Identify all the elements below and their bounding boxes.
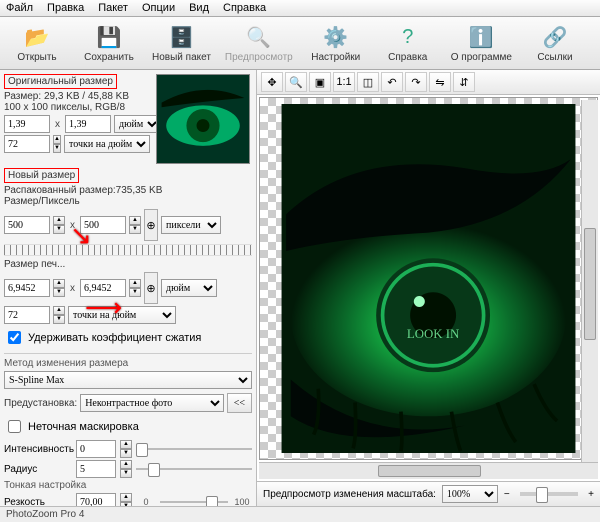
- orig-dpi-input[interactable]: [4, 135, 50, 153]
- flip-v-icon[interactable]: ⇵: [453, 72, 475, 92]
- new-dpi-unit-select[interactable]: точки на дюйм: [68, 306, 176, 324]
- status-bar: PhotoZoom Pro 4: [0, 506, 600, 522]
- intensity-stepper[interactable]: ▲▼: [120, 440, 132, 458]
- keep-ratio-checkbox[interactable]: Удерживать коэффициент сжатия: [4, 328, 252, 347]
- zoom-tool-icon[interactable]: 🔍: [285, 72, 307, 92]
- menu-options[interactable]: Опции: [142, 2, 175, 14]
- preset-select[interactable]: Неконтрастное фото: [80, 394, 224, 412]
- menubar: Файл Правка Пакет Опции Вид Справка: [0, 0, 600, 17]
- intensity-slider[interactable]: [136, 441, 252, 457]
- zoom-label: Предпросмотр изменения масштаба:: [263, 489, 436, 500]
- vertical-scrollbar[interactable]: [581, 100, 598, 466]
- radius-slider[interactable]: [136, 461, 252, 477]
- svg-text:LOOK IN: LOOK IN: [407, 327, 459, 341]
- link-dimensions-icon[interactable]: ⊕: [144, 209, 158, 241]
- new-height-px-stepper[interactable]: ▲▼: [129, 216, 141, 234]
- fine-tune-header: Тонкая настройка: [4, 480, 252, 491]
- settings-button[interactable]: ⚙️Настройки: [303, 20, 369, 66]
- radius-label: Радиус: [4, 464, 72, 475]
- zoom-in-icon[interactable]: +: [588, 489, 594, 500]
- left-panel: Оригинальный размер Размер: 29,3 KB / 45…: [0, 70, 257, 506]
- sharpness-slider[interactable]: [160, 494, 228, 506]
- menu-file[interactable]: Файл: [6, 2, 33, 14]
- menu-edit[interactable]: Правка: [47, 2, 84, 14]
- print-size-label: Размер печ...: [4, 259, 252, 270]
- unsharp-mask-checkbox[interactable]: Неточная маскировка: [4, 417, 252, 436]
- thumbnail: [156, 74, 250, 164]
- rotate-right-icon[interactable]: ↷: [405, 72, 427, 92]
- save-button[interactable]: 💾Сохранить: [76, 20, 142, 66]
- menu-view[interactable]: Вид: [189, 2, 209, 14]
- orig-width-input[interactable]: [4, 115, 50, 133]
- preview-toolbar: ✥ 🔍 ▣ 1:1 ◫ ↶ ↷ ⇋ ⇵: [257, 70, 600, 95]
- ruler: [4, 244, 252, 256]
- new-print-unit-select[interactable]: дюйм: [161, 279, 217, 297]
- orig-dpi-stepper[interactable]: ▲▼: [53, 135, 61, 153]
- flip-h-icon[interactable]: ⇋: [429, 72, 451, 92]
- link-icon: 🔗: [541, 23, 569, 51]
- menu-help[interactable]: Справка: [223, 2, 266, 14]
- new-width-print-input[interactable]: [4, 279, 50, 297]
- unpacked-size-label: Распакованный размер:735,35 KB: [4, 185, 252, 196]
- zoom-slider[interactable]: [520, 492, 578, 496]
- rotate-left-icon[interactable]: ↶: [381, 72, 403, 92]
- magnifier-icon: 🔍: [245, 23, 273, 51]
- intensity-label: Интенсивность: [4, 444, 72, 455]
- sharpness-label: Резкость: [4, 497, 72, 507]
- preview-button: 🔍Предпросмотр: [221, 20, 297, 66]
- preset-label: Предустановка:: [4, 398, 77, 409]
- preview-image: LOOK IN: [266, 104, 591, 453]
- actual-size-icon[interactable]: 1:1: [333, 72, 355, 92]
- orig-unit-select[interactable]: дюйм: [114, 115, 161, 133]
- new-px-unit-select[interactable]: пиксели: [161, 216, 221, 234]
- pixel-size-label: Размер/Пиксель: [4, 196, 252, 207]
- menu-packet[interactable]: Пакет: [98, 2, 128, 14]
- intensity-input[interactable]: [76, 440, 116, 458]
- horizontal-scrollbar[interactable]: [259, 462, 598, 479]
- preview-panel: ✥ 🔍 ▣ 1:1 ◫ ↶ ↷ ⇋ ⇵: [257, 70, 600, 506]
- original-size-header: Оригинальный размер: [4, 74, 117, 89]
- orig-dpi-unit-select[interactable]: точки на дюйм: [64, 135, 150, 153]
- algorithm-select[interactable]: S-Spline Max: [4, 371, 252, 389]
- info-icon: ℹ️: [467, 23, 495, 51]
- new-width-print-stepper[interactable]: ▲▼: [53, 279, 65, 297]
- new-size-header: Новый размер: [4, 168, 79, 183]
- link-print-icon[interactable]: ⊕: [144, 272, 158, 304]
- help-icon: ?: [394, 23, 422, 51]
- gear-icon: ⚙️: [322, 23, 350, 51]
- orig-height-input[interactable]: [65, 115, 111, 133]
- new-dpi-input[interactable]: [4, 306, 50, 324]
- new-width-px-input[interactable]: [4, 216, 50, 234]
- batch-icon: 🗄️: [167, 23, 195, 51]
- radius-stepper[interactable]: ▲▼: [120, 460, 132, 478]
- fit-icon[interactable]: ▣: [309, 72, 331, 92]
- open-button[interactable]: 📂Открыть: [4, 20, 70, 66]
- new-dpi-stepper[interactable]: ▲▼: [53, 306, 65, 324]
- new-batch-button[interactable]: 🗄️Новый пакет: [148, 20, 215, 66]
- new-height-print-stepper[interactable]: ▲▼: [129, 279, 141, 297]
- about-button[interactable]: ℹ️О программе: [447, 20, 516, 66]
- zoom-select[interactable]: 100%: [442, 485, 498, 503]
- radius-input[interactable]: [76, 460, 116, 478]
- preview-canvas[interactable]: LOOK IN: [259, 97, 598, 460]
- main-toolbar: 📂Открыть 💾Сохранить 🗄️Новый пакет 🔍Предп…: [0, 17, 600, 70]
- split-icon[interactable]: ◫: [357, 72, 379, 92]
- new-height-px-input[interactable]: [80, 216, 126, 234]
- save-icon: 💾: [95, 23, 123, 51]
- sharpness-stepper[interactable]: ▲▼: [120, 493, 132, 506]
- sharpness-input[interactable]: [76, 493, 116, 506]
- nav-tool-icon[interactable]: ✥: [261, 72, 283, 92]
- links-button[interactable]: 🔗Ссылки: [522, 20, 588, 66]
- new-width-px-stepper[interactable]: ▲▼: [53, 216, 65, 234]
- preview-footer: Предпросмотр изменения масштаба: 100% − …: [257, 481, 600, 506]
- zoom-out-icon[interactable]: −: [504, 489, 510, 500]
- new-height-print-input[interactable]: [80, 279, 126, 297]
- help-button[interactable]: ?Справка: [375, 20, 441, 66]
- advanced-toggle-button[interactable]: <<: [227, 393, 252, 413]
- folder-open-icon: 📂: [23, 23, 51, 51]
- resize-method-header: Метод изменения размера: [4, 358, 252, 369]
